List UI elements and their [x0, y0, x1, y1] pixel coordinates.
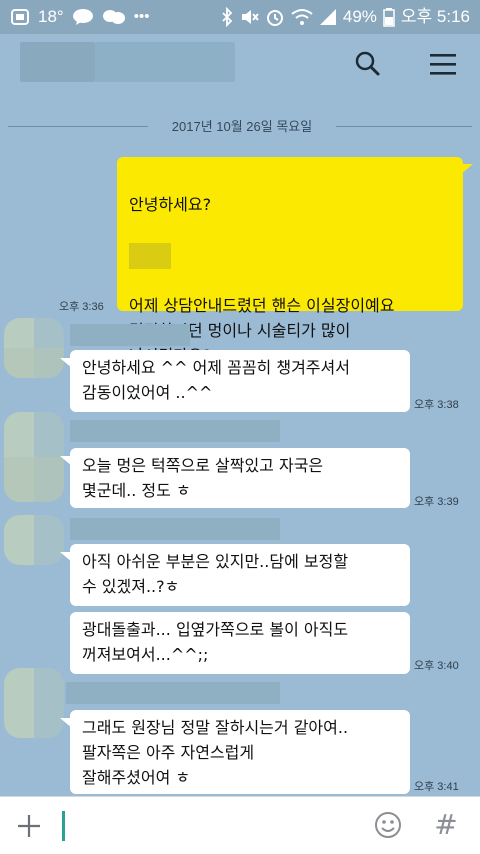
plus-icon [18, 815, 40, 837]
their-message-bubble[interactable]: 아직 아쉬운 부분은 있지만..담에 보정할 수 있겠져..?ㅎ [70, 544, 410, 606]
their-message-bubble[interactable]: 광대돌출과... 입옆가쪽으로 볼이 아직도 꺼져보여서...^^;; [70, 612, 410, 674]
sender-name-redacted [70, 324, 190, 346]
more-notifications-icon: ••• [133, 8, 150, 25]
message-time: 오후 3:41 [414, 781, 459, 793]
hash-icon: # [434, 808, 458, 841]
notification-app-icon [11, 9, 29, 25]
bubble-tail [60, 456, 72, 466]
emoji-button[interactable] [372, 809, 404, 841]
status-bar-right: 49% 오후 5:16 [221, 6, 470, 28]
redacted-name [129, 242, 451, 269]
wifi-icon [291, 9, 313, 25]
battery-percent: 49% [342, 7, 377, 26]
message-time: 오후 3:39 [414, 496, 459, 508]
chat-title-redacted [20, 42, 95, 82]
talk-icon [72, 9, 93, 25]
bubble-tail [461, 164, 473, 174]
message-time: 오후 3:40 [414, 660, 459, 672]
sender-name-redacted [70, 518, 280, 540]
their-message-bubble[interactable]: 안녕하세요 ^^ 어제 꼼꼼히 챙겨주셔서 감동이었어여 ..^^ [70, 350, 410, 412]
signal-icon [319, 9, 336, 25]
menu-icon [430, 54, 456, 75]
temperature-text: 18° [38, 7, 64, 26]
battery-icon [383, 8, 395, 27]
avatar[interactable] [4, 318, 64, 378]
chat-bubbles-icon [102, 10, 125, 24]
date-divider: 2017년 10월 26일 목요일 [171, 119, 313, 134]
sender-name-redacted [66, 682, 280, 704]
status-bar-left: 18° ••• [10, 6, 149, 28]
message-text-line: 안녕하세요? [129, 195, 212, 214]
bubble-tail [60, 552, 72, 562]
message-time: 오후 3:38 [414, 399, 459, 411]
bubble-tail [60, 358, 72, 368]
avatar[interactable] [4, 668, 64, 738]
my-message-bubble[interactable]: 안녕하세요? 어제 상담안내드렸던 핸슨 이실장이예요 걱정하시던 멍이나 시술… [117, 157, 463, 390]
date-divider-line-left [8, 126, 148, 127]
bubble-tail [60, 718, 72, 728]
alarm-icon [266, 10, 283, 26]
message-input[interactable] [62, 805, 370, 847]
hash-button[interactable]: # [432, 807, 460, 843]
bluetooth-icon [222, 7, 233, 27]
attach-button[interactable] [12, 809, 46, 843]
their-message-bubble[interactable]: 오늘 멍은 턱쪽으로 살짝있고 자국은 몇군데.. 정도 ㅎ [70, 448, 410, 508]
their-message-bubble[interactable]: 그래도 원장님 정말 잘하시는거 같아여.. 팔자쪽은 아주 자연스럽게 잘해주… [70, 710, 410, 794]
avatar[interactable] [4, 515, 64, 565]
clock: 오후 5:16 [400, 7, 470, 26]
emoji-icon [375, 812, 401, 838]
avatar[interactable] [4, 412, 64, 502]
chat-header [0, 34, 480, 92]
menu-button[interactable] [425, 46, 461, 82]
search-button[interactable] [350, 46, 386, 82]
sender-name-redacted [70, 420, 280, 442]
message-input-bar: # [0, 796, 480, 854]
status-bar: 18° ••• 49% 오후 5:16 [0, 0, 480, 34]
chat-title-redacted-2 [95, 42, 235, 82]
search-icon [355, 51, 380, 76]
date-divider-line-right [336, 126, 472, 127]
message-time: 오후 3:36 [59, 301, 104, 313]
mute-icon [241, 10, 259, 24]
